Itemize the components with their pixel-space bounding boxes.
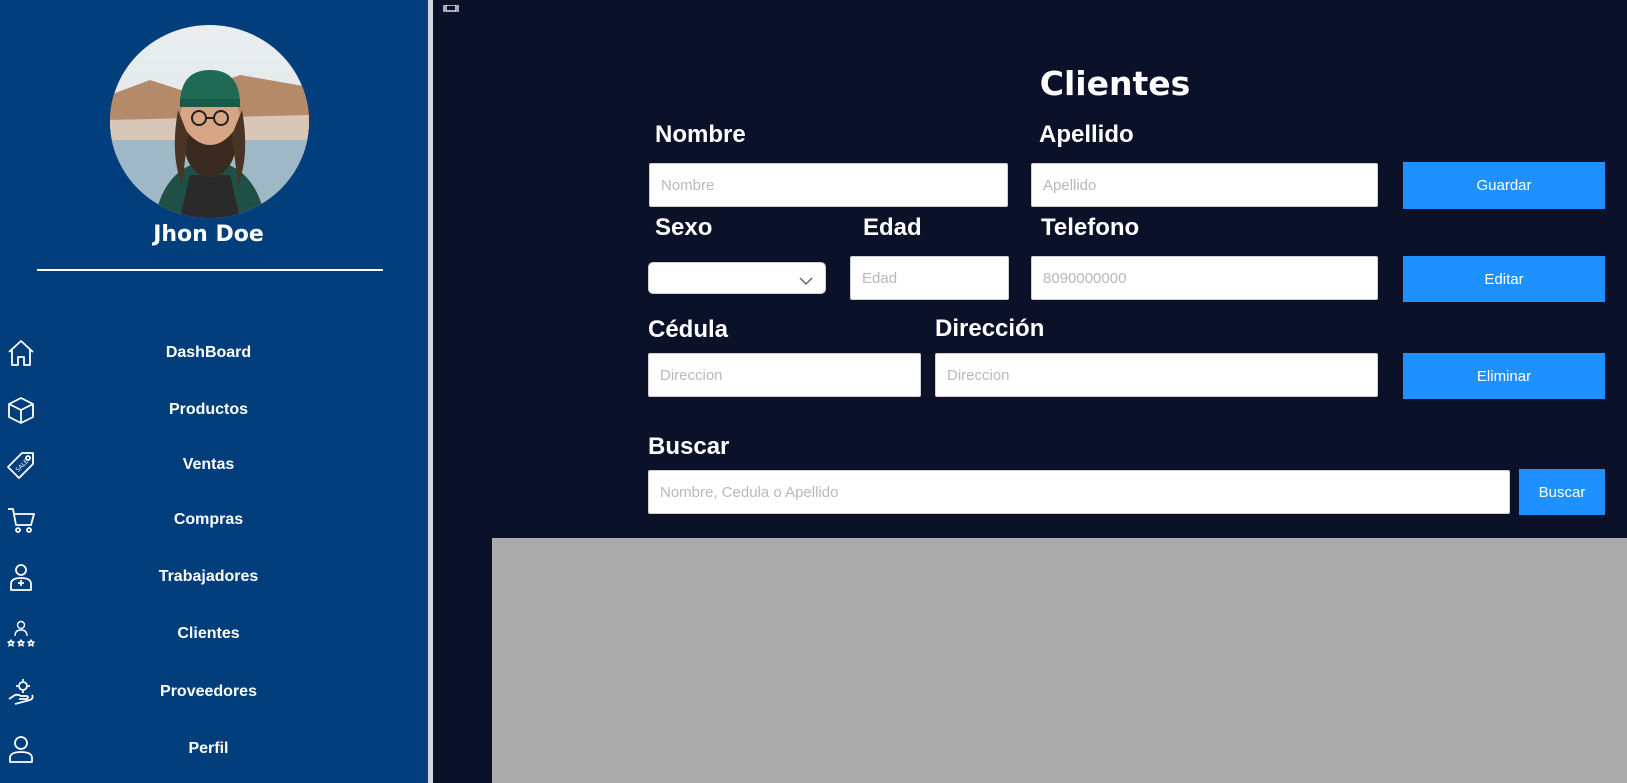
page-title: Clientes [1039,64,1191,103]
label-direccion: Dirección [935,315,1045,342]
sidebar-item-label: Productos [168,401,249,418]
sidebar-item-perfil[interactable]: Perfil [0,726,417,772]
results-grid[interactable] [492,538,1627,783]
label-telefono: Telefono [1041,214,1140,241]
direccion-input[interactable] [935,353,1378,397]
sidebar-item-productos[interactable]: Productos [0,387,417,433]
user-name: Jhon Doe [153,222,264,247]
sidebar-item-label: Compras [173,511,244,528]
eliminar-button[interactable]: Eliminar [1403,353,1605,399]
search-input[interactable] [648,470,1510,514]
guardar-button[interactable]: Guardar [1403,162,1605,209]
sidebar-item-ventas[interactable]: SALE Ventas [0,442,417,488]
label-edad: Edad [863,214,922,241]
sidebar-border [428,0,433,783]
label-buscar: Buscar [648,433,730,460]
sidebar-item-label: Proveedores [160,683,257,700]
sidebar-item-dashboard[interactable]: DashBoard [0,330,417,376]
sidebar-item-label: Perfil [188,740,229,757]
sidebar-item-label: Clientes [177,625,240,642]
sidebar-item-label: DashBoard [165,344,252,361]
telefono-input[interactable] [1031,256,1378,300]
nombre-input[interactable] [649,163,1008,207]
label-cedula: Cédula [648,316,729,343]
editar-button[interactable]: Editar [1403,256,1605,302]
sidebar-item-label: Trabajadores [158,568,259,585]
label-nombre: Nombre [655,121,746,148]
buscar-button[interactable]: Buscar [1519,469,1605,515]
avatar [110,25,309,218]
sidebar-item-clientes[interactable]: Clientes [0,611,417,657]
label-sexo: Sexo [655,214,713,241]
divider [37,269,383,271]
apellido-input[interactable] [1031,163,1378,207]
sidebar: Jhon Doe DashBoard Productos SALE Ventas [0,0,428,783]
cedula-input[interactable] [648,353,921,397]
sidebar-item-compras[interactable]: Compras [0,497,417,543]
sidebar-item-proveedores[interactable]: Proveedores [0,669,417,715]
sidebar-item-trabajadores[interactable]: Trabajadores [0,554,417,600]
restore-icon[interactable] [443,0,459,12]
chevron-down-icon [799,273,813,286]
sidebar-item-label: Ventas [182,456,235,473]
label-apellido: Apellido [1039,121,1134,148]
edad-input[interactable] [850,256,1009,300]
sexo-select[interactable] [648,262,826,294]
